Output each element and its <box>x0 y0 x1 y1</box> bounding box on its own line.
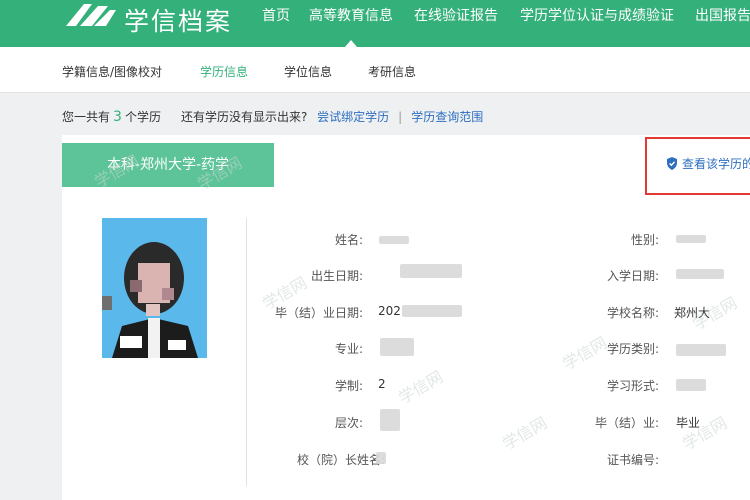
name-value-obscured <box>379 236 409 244</box>
sub-nav-bar: 学籍信息/图像校对 学历信息 学位信息 考研信息 <box>0 47 750 93</box>
gender-value-obscured <box>676 235 706 243</box>
certificate-number-label: 证书编号: <box>606 453 659 467</box>
nav-online-report[interactable]: 在线验证报告 <box>414 5 498 25</box>
birth-date-label: 出生日期: <box>310 269 363 283</box>
enrollment-date-obscured <box>676 269 724 279</box>
education-category-label: 学历类别: <box>606 342 659 356</box>
graduation-date-label: 毕（结）业日期: <box>274 306 363 320</box>
tab-student-status[interactable]: 学籍信息/图像校对 <box>62 63 162 80</box>
school-name-label: 学校名称: <box>606 306 659 320</box>
education-record-tab[interactable]: 本科-郑州大学-药学 <box>62 143 274 187</box>
major-label: 专业: <box>334 342 363 356</box>
nav-active-indicator <box>345 40 357 47</box>
verify-link-label: 查看该学历的 <box>682 157 750 171</box>
nav-abroad-report[interactable]: 出国报告 <box>695 5 750 25</box>
tab-degree[interactable]: 学位信息 <box>284 63 332 80</box>
graduation-date-value: 202 <box>378 304 401 318</box>
nav-home[interactable]: 首页 <box>262 5 290 25</box>
logo-text[interactable]: 学信档案 <box>124 2 232 38</box>
nav-higher-education[interactable]: 高等教育信息 <box>309 5 393 25</box>
photo-placeholder-icon <box>102 218 207 358</box>
gender-label: 性别: <box>630 233 659 247</box>
summary-suffix: 个学历 <box>124 110 161 124</box>
study-mode-obscured <box>676 379 706 391</box>
president-name-label: 校（院）长姓名: <box>296 453 385 467</box>
president-name-obscured <box>376 452 386 464</box>
view-education-verification-link[interactable]: 查看该学历的 <box>666 155 750 172</box>
graduation-status-label: 毕（结）业: <box>594 416 659 430</box>
level-value-obscured <box>380 409 400 431</box>
birth-date-value-obscured <box>400 264 462 278</box>
enrollment-date-label: 入学日期: <box>606 269 659 283</box>
bind-education-link[interactable]: 尝试绑定学历 <box>317 110 389 124</box>
nav-certification[interactable]: 学历学位认证与成绩验证 <box>520 5 674 25</box>
length-of-schooling-label: 学制: <box>334 379 363 393</box>
education-count: 3 <box>113 109 122 125</box>
tab-education[interactable]: 学历信息 <box>200 63 248 80</box>
summary-question: 还有学历没有显示出来? <box>180 110 308 124</box>
shield-icon <box>667 157 677 170</box>
logo-icon[interactable] <box>62 0 118 30</box>
card-divider <box>246 218 247 486</box>
graduation-date-obscured <box>402 305 462 317</box>
top-nav-bar: 学信档案 首页 高等教育信息 在线验证报告 学历学位认证与成绩验证 出国报告 <box>0 0 750 47</box>
link-separator: | <box>398 110 403 124</box>
tab-postgrad-exam[interactable]: 考研信息 <box>368 63 416 80</box>
query-scope-link[interactable]: 学历查询范围 <box>411 110 483 124</box>
study-mode-label: 学习形式: <box>606 379 659 393</box>
summary-prefix: 您一共有 <box>62 110 111 124</box>
student-photo <box>102 218 207 358</box>
education-summary: 您一共有 3 个学历 还有学历没有显示出来? 尝试绑定学历 | 学历查询范围 <box>62 108 483 125</box>
major-value-obscured <box>380 338 414 356</box>
name-label: 姓名: <box>334 233 363 247</box>
level-label: 层次: <box>334 416 363 430</box>
education-category-obscured <box>676 344 726 356</box>
length-of-schooling-value: 2 <box>378 377 386 391</box>
school-name-value: 郑州大 <box>674 306 711 320</box>
graduation-status-value: 毕业 <box>676 416 701 430</box>
